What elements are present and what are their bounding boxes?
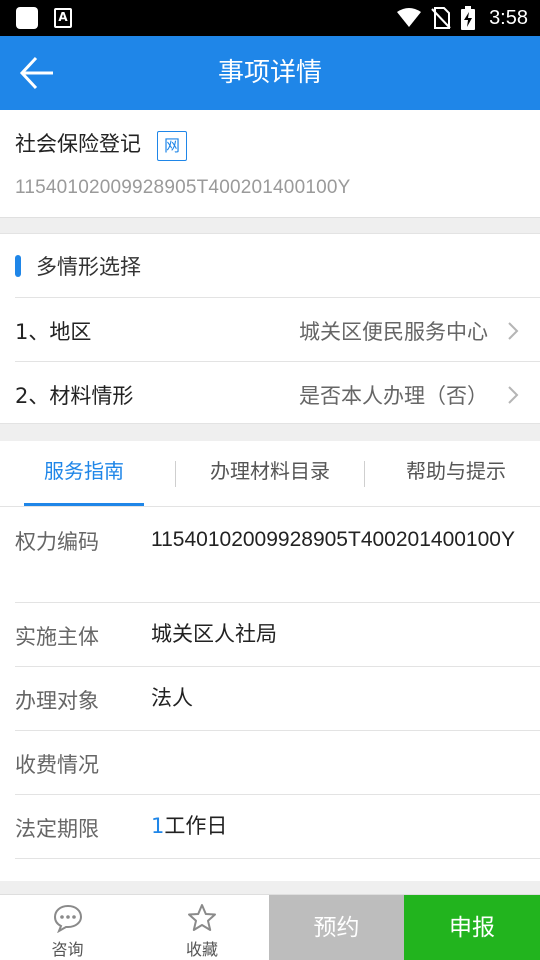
section-accent-bar [15,255,21,277]
clock-time: 3:58 [489,6,528,29]
guide-label: 实施主体 [15,625,99,649]
bottom-action-bar: 咨询 收藏 预约 申报 [0,894,540,960]
scenario-row-label: 1、地区 [15,320,92,344]
online-tag-badge: 网 [157,131,187,161]
notification-font-icon: A [54,8,72,28]
back-button[interactable] [14,50,60,96]
guide-label: 收费情况 [15,753,99,777]
no-sim-icon [431,7,451,29]
item-name: 社会保险登记 [15,132,141,156]
chat-bubble-icon [53,904,82,933]
tab-service-guide[interactable]: 服务指南 [24,441,144,507]
tab-materials-list[interactable]: 办理材料目录 [188,441,352,507]
guide-value: 法人 [151,686,193,710]
scenario-row-value: 是否本人办理（否） [299,384,488,408]
apply-button[interactable]: 申报 [404,895,540,960]
title-bar: 事项详情 [0,36,540,110]
status-bar: A 3:58 [0,0,540,36]
guide-label: 法定期限 [15,817,99,841]
favorite-button[interactable]: 收藏 [135,895,269,960]
tab-divider [364,461,365,487]
guide-row-deadline: 法定期限 1工作日 [15,795,540,859]
guide-row-implementer: 实施主体 城关区人社局 [15,603,540,667]
scenario-row-value: 城关区便民服务中心 [299,320,488,344]
notification-app-icon [16,7,38,29]
guide-row-fee: 收费情况 [15,731,540,795]
service-guide-section: 服务指南 办理材料目录 帮助与提示 权力编码 11540102009928905… [0,441,540,881]
guide-value: 城关区人社局 [151,622,277,646]
section-title: 多情形选择 [36,255,141,279]
item-code: 11540102009928905T400201400100Y [15,177,351,198]
guide-row-power-code: 权力编码 11540102009928905T400201400100Y [15,508,540,603]
guide-label: 办理对象 [15,689,99,713]
guide-label: 权力编码 [15,530,99,554]
chevron-right-icon [508,322,519,340]
consult-label: 咨询 [51,940,84,959]
deadline-unit: 工作日 [164,814,228,838]
guide-row-target: 办理对象 法人 [15,667,540,731]
deadline-number: 1 [151,814,165,838]
guide-value: 11540102009928905T400201400100Y [151,528,515,551]
scenario-row-label: 2、材料情形 [15,384,134,408]
arrow-left-icon [19,56,53,90]
page-title: 事项详情 [217,58,322,88]
star-icon [188,904,216,931]
reserve-button[interactable]: 预约 [269,895,404,960]
scenario-row-region[interactable]: 1、地区 城关区便民服务中心 [15,297,540,361]
tab-help-tips[interactable]: 帮助与提示 [378,441,534,507]
tab-active-indicator [24,503,144,506]
chevron-right-icon [508,386,519,404]
battery-charging-icon [461,6,476,30]
consult-button[interactable]: 咨询 [0,895,135,960]
section-header: 多情形选择 [0,234,540,297]
item-header-card: 社会保险登记 网 11540102009928905T400201400100Y [0,110,540,218]
tab-divider [175,461,176,487]
guide-value: 1工作日 [151,811,520,842]
tab-bar: 服务指南 办理材料目录 帮助与提示 [0,441,540,507]
multi-scenario-section: 多情形选择 1、地区 城关区便民服务中心 2、材料情形 是否本人办理（否） [0,233,540,424]
favorite-label: 收藏 [185,940,218,959]
wifi-icon [397,8,422,27]
scenario-row-material[interactable]: 2、材料情形 是否本人办理（否） [15,361,540,425]
